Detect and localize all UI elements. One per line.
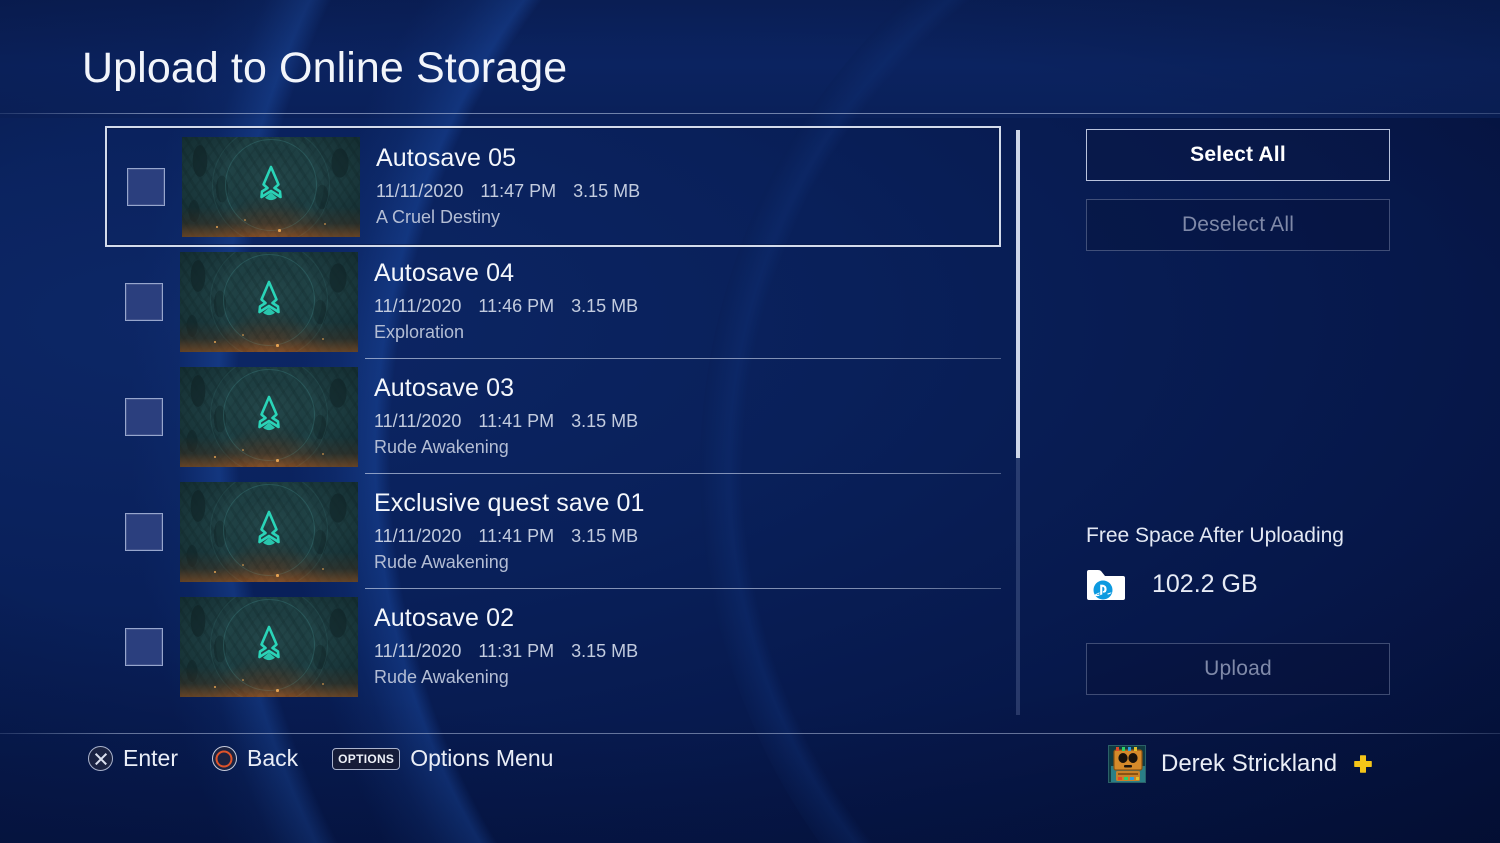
- controller-hints: Enter Back OPTIONS Options Menu: [88, 745, 553, 772]
- hint-back[interactable]: Back: [211, 745, 299, 772]
- save-checkbox[interactable]: [125, 282, 163, 321]
- save-data-row[interactable]: Exclusive quest save 01 11/11/2020 11:41 P…: [105, 474, 1001, 589]
- save-thumbnail: [180, 366, 358, 467]
- select-all-button[interactable]: Select All: [1086, 129, 1390, 181]
- save-meta-line: 11/11/2020 11:46 PM 3.15 MB: [374, 296, 1001, 317]
- save-meta-line: 11/11/2020 11:41 PM 3.15 MB: [374, 411, 1001, 432]
- save-meta-line: 11/11/2020 11:41 PM 3.15 MB: [374, 526, 1001, 547]
- save-checkbox[interactable]: [125, 397, 163, 436]
- upload-button[interactable]: Upload: [1086, 643, 1390, 695]
- save-checkbox[interactable]: [125, 627, 163, 666]
- hint-back-label: Back: [246, 745, 299, 771]
- save-date: 11/11/2020: [376, 180, 464, 201]
- save-meta: Autosave 03 11/11/2020 11:41 PM 3.15 MB Rude…: [374, 375, 1001, 457]
- free-space-section: Free Space After Uploading 102.2 GB: [1086, 524, 1390, 601]
- save-meta: Autosave 02 11/11/2020 11:31 PM 3.15 MB Rude…: [374, 605, 1001, 687]
- save-time: 11:46 PM: [478, 295, 555, 316]
- save-checkbox[interactable]: [125, 512, 163, 551]
- save-thumbnail: [180, 596, 358, 697]
- save-thumbnail: [182, 136, 360, 237]
- save-data-list[interactable]: Autosave 05 11/11/2020 11:47 PM 3.15 MB A Cr…: [105, 126, 1001, 717]
- ps-online-storage-folder-icon: [1086, 567, 1130, 601]
- free-space-label: Free Space After Uploading: [1086, 524, 1344, 547]
- save-meta-line: 11/11/2020 11:31 PM 3.15 MB: [374, 641, 1001, 662]
- save-size: 3.15 MB: [571, 525, 639, 546]
- cross-button-icon: [88, 746, 113, 771]
- footer: Enter Back OPTIONS Options Menu Derek St…: [0, 733, 1500, 843]
- save-name: Autosave 03: [374, 374, 515, 403]
- list-scrollbar[interactable]: [1016, 130, 1020, 715]
- scrollbar-thumb[interactable]: [1016, 130, 1020, 458]
- save-size: 3.15 MB: [571, 640, 639, 661]
- hint-enter-label: Enter: [123, 745, 178, 771]
- save-date: 11/11/2020: [374, 525, 462, 546]
- save-time: 11:47 PM: [480, 180, 557, 201]
- free-space-value-row: 102.2 GB: [1086, 567, 1390, 601]
- save-data-row[interactable]: Autosave 03 11/11/2020 11:41 PM 3.15 MB Rude…: [105, 359, 1001, 474]
- hint-options-menu[interactable]: OPTIONS Options Menu: [332, 745, 553, 772]
- header-divider: [0, 113, 1500, 114]
- playstation-plus-icon: [1352, 753, 1374, 775]
- save-time: 11:31 PM: [478, 640, 555, 661]
- save-meta: Autosave 04 11/11/2020 11:46 PM 3.15 MB Expl…: [374, 260, 1001, 342]
- free-space-value: 102.2 GB: [1152, 569, 1258, 598]
- avatar: [1108, 745, 1146, 783]
- save-data-row[interactable]: Autosave 05 11/11/2020 11:47 PM 3.15 MB A Cr…: [105, 126, 1001, 247]
- hint-options-label: Options Menu: [410, 745, 554, 771]
- side-panel: Select All Deselect All Free Space After…: [1086, 129, 1390, 695]
- save-checkbox[interactable]: [127, 167, 165, 206]
- hint-enter[interactable]: Enter: [88, 745, 178, 772]
- circle-button-icon: [211, 746, 237, 771]
- save-description: Exploration: [374, 321, 465, 342]
- header: Upload to Online Storage: [0, 0, 1500, 118]
- save-name: Exclusive quest save 01: [374, 489, 645, 518]
- footer-divider: [0, 733, 1500, 734]
- save-data-row[interactable]: Autosave 02 11/11/2020 11:31 PM 3.15 MB Rude…: [105, 589, 1001, 704]
- save-description: Rude Awakening: [374, 436, 509, 457]
- save-date: 11/11/2020: [374, 640, 462, 661]
- save-name: Autosave 02: [374, 604, 515, 633]
- save-description: Rude Awakening: [374, 666, 509, 687]
- save-size: 3.15 MB: [573, 180, 641, 201]
- options-button-icon: OPTIONS: [332, 747, 401, 770]
- save-name: Autosave 04: [374, 259, 515, 288]
- save-name: Autosave 05: [376, 144, 517, 173]
- save-date: 11/11/2020: [374, 295, 462, 316]
- page-title: Upload to Online Storage: [82, 44, 568, 92]
- save-meta: Autosave 05 11/11/2020 11:47 PM 3.15 MB A Cr…: [376, 145, 999, 227]
- save-size: 3.15 MB: [571, 295, 639, 316]
- user-name: Derek Strickland: [1161, 750, 1338, 777]
- save-time: 11:41 PM: [478, 410, 555, 431]
- save-meta: Exclusive quest save 01 11/11/2020 11:41 P…: [374, 490, 1001, 572]
- save-thumbnail: [180, 251, 358, 352]
- save-meta-line: 11/11/2020 11:47 PM 3.15 MB: [376, 181, 999, 202]
- save-thumbnail: [180, 481, 358, 582]
- save-time: 11:41 PM: [478, 525, 555, 546]
- save-description: Rude Awakening: [374, 551, 509, 572]
- deselect-all-button[interactable]: Deselect All: [1086, 199, 1390, 251]
- save-description: A Cruel Destiny: [376, 206, 501, 227]
- save-date: 11/11/2020: [374, 410, 462, 431]
- save-size: 3.15 MB: [571, 410, 639, 431]
- user-profile[interactable]: Derek Strickland: [1108, 745, 1374, 783]
- save-data-row[interactable]: Autosave 04 11/11/2020 11:46 PM 3.15 MB Expl…: [105, 244, 1001, 359]
